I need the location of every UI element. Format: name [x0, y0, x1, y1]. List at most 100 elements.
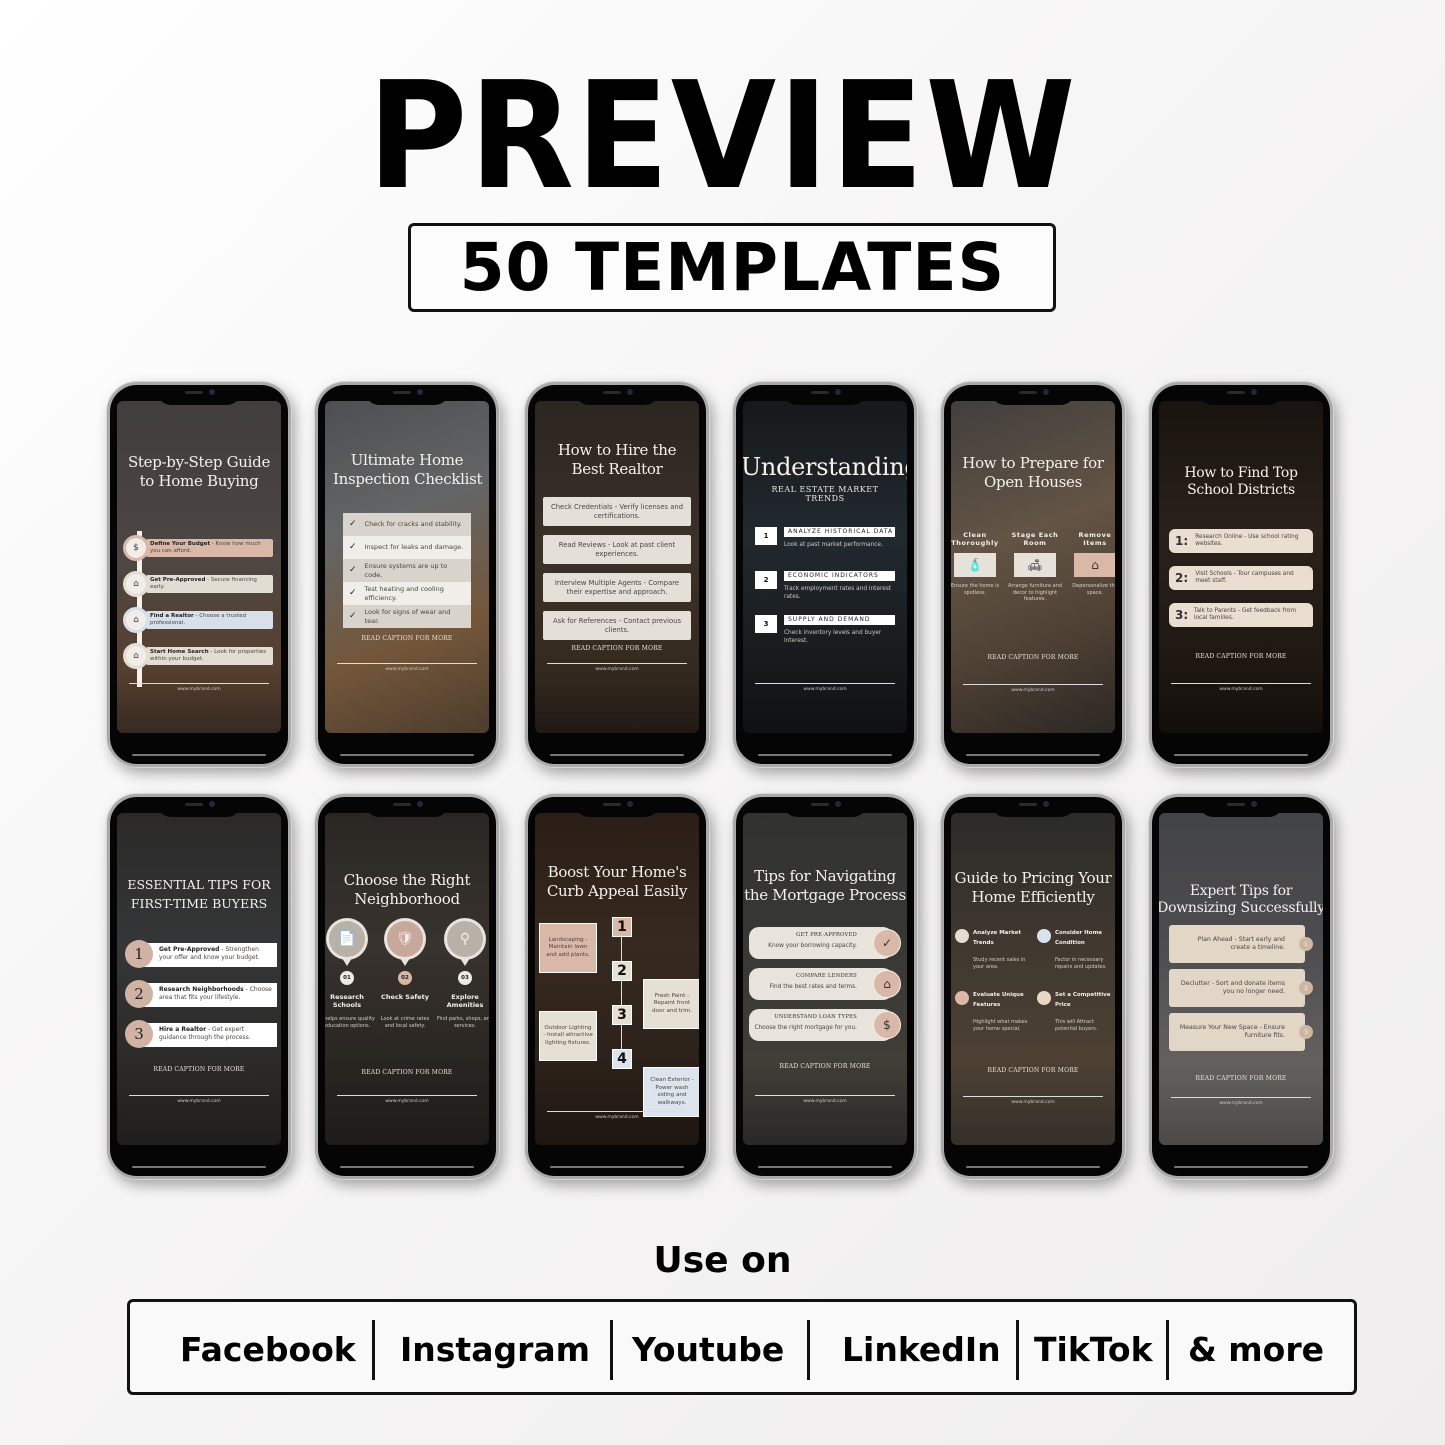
platform-facebook: Facebook [180, 1330, 356, 1369]
curb-tip-card: Landscaping - Maintain lawn and add plan… [539, 923, 597, 973]
phone-notch [783, 385, 867, 405]
template-title-line: Inspection Checklist [333, 470, 483, 488]
tip-text: Talk to Parents - Get feedback from loca… [1193, 608, 1296, 621]
use-on-label: Use on [653, 1240, 792, 1281]
platform-tiktok: TikTok [1034, 1330, 1153, 1369]
checklist-item: ✓ Look for signs of wear and tear. [343, 605, 471, 628]
column-desc: Look at crime rates and local safety. [380, 1016, 430, 1029]
checklist-item: ✓ Check for cracks and stability. [343, 513, 471, 536]
phone-template-preview[interactable]: Choose the Right Neighborhood 📄 01 Research … [315, 794, 499, 1179]
phone-notch [157, 385, 241, 405]
house-tag-icon: ⌂ [873, 970, 901, 998]
check-icon: ✓ [349, 565, 357, 576]
checklist-text: Look for signs of wear and tear. [364, 608, 451, 625]
template-title-line: Choose the Right [343, 871, 471, 889]
column-heading: Check Safety [381, 993, 429, 1001]
tip-number-badge: 3 [125, 1020, 153, 1048]
template-title-line: How to Prepare for [962, 454, 1104, 472]
mortgage-tip-card: COMPARE LENDERS Find the best rates and t… [749, 968, 893, 1000]
tip-card: Research Neighborhoods - Choose area tha… [141, 983, 277, 1007]
platform-youtube: Youtube [632, 1330, 785, 1369]
step-number-box: 4 [612, 1049, 632, 1069]
speaker-grille [393, 391, 411, 394]
read-caption-cta: READ CAPTION FOR MORE [1195, 653, 1287, 660]
column-heading: Remove Items [1078, 531, 1112, 547]
template-title-line: Understanding [743, 453, 907, 481]
template-content: How to Hire the Best Realtor Check Credent… [535, 401, 699, 733]
divider-line [1171, 1097, 1311, 1098]
tip-card: Ask for References - Contact previous cl… [543, 611, 691, 640]
phone-notch [575, 385, 659, 405]
step-item: ⌂ Find a Realtor - Choose a trusted profe… [123, 607, 273, 633]
column-heading: Research Schools [330, 993, 364, 1009]
platform-separator [1166, 1320, 1169, 1380]
tip-number-badge: 3 [1299, 1025, 1313, 1039]
speaker-grille [603, 803, 621, 806]
tip-number-badge: 2 [1299, 981, 1313, 995]
phone-template-preview[interactable]: Boost Your Home's Curb Appeal Easily 1 Land… [525, 794, 709, 1179]
tip-heading: UNDERSTAND LOAN TYPES [774, 1014, 857, 1020]
tip-heading: GET PRE-APPROVED [796, 932, 857, 938]
phone-template-preview[interactable]: How to Prepare for Open Houses Clean Thoro… [941, 382, 1125, 767]
speaker-grille [185, 391, 203, 394]
template-title-line: to Home Buying [139, 472, 259, 490]
phone-screen: Step-by-Step Guide to Home Buying $ Define … [117, 401, 281, 733]
checklist-item: ✓ Test heating and cooling efficiency. [343, 582, 471, 605]
step-card: Start Home Search - Look for properties … [146, 647, 273, 665]
read-caption-cta: READ CAPTION FOR MORE [987, 654, 1079, 661]
tip-title: Hire a Realtor [159, 1026, 207, 1033]
tip-card: Get Pre-Approved - Strengthen your offer… [141, 943, 277, 967]
phone-template-preview[interactable]: ESSENTIAL TIPS FOR FIRST-TIME BUYERS Get P… [107, 794, 291, 1179]
step-desc: Look at past market performance. [784, 542, 883, 548]
template-content: Guide to Pricing Your Home Efficiently Ana… [951, 813, 1115, 1145]
downsizing-tip-card: Measure Your New Space - Ensure furnitur… [1169, 1013, 1305, 1051]
platform-instagram: Instagram [400, 1330, 591, 1369]
step-heading: SUPPLY AND DEMAND [784, 615, 895, 625]
magnifier-icon: ⚲ [447, 921, 483, 957]
step-desc: Track employment rates and interest rate… [784, 586, 892, 600]
phone-template-preview[interactable]: How to Hire the Best Realtor Check Credent… [525, 382, 709, 767]
phone-template-preview[interactable]: Ultimate Home Inspection Checklist ✓ Check … [315, 382, 499, 767]
platform-separator [1016, 1320, 1019, 1380]
home-indicator [758, 754, 892, 756]
phone-template-preview[interactable]: How to Find Top School Districts 1: Researc… [1149, 382, 1333, 767]
phone-screen: ESSENTIAL TIPS FOR FIRST-TIME BUYERS Get P… [117, 813, 281, 1145]
brand-url: www.mybrand.com [803, 1099, 847, 1104]
front-camera [627, 389, 633, 395]
template-title-line: Best Realtor [571, 460, 663, 478]
template-title: Ultimate Home Inspection Checklist [333, 451, 483, 489]
approved-badge-icon: ✓ [873, 929, 901, 957]
speaker-grille [1227, 391, 1245, 394]
column-heading: Stage Each Room [1011, 531, 1059, 547]
divider-line [755, 683, 895, 684]
cleaning-supplies-icon: 🧴 [954, 553, 996, 577]
template-title-line: the Mortgage Process [744, 886, 906, 904]
shield-check-icon: 🛡 [387, 921, 423, 957]
checklist-text: Test heating and cooling efficiency. [364, 585, 444, 602]
template-title-line: Neighborhood [354, 890, 460, 908]
front-camera [209, 801, 215, 807]
column-desc: Arrange furniture and decor to highlight… [1007, 583, 1063, 602]
templates-count-box: 50 TEMPLATES [408, 223, 1056, 312]
phone-template-preview[interactable]: Understanding REAL ESTATE MARKET TRENDS 1 A… [733, 382, 917, 767]
checklist-item: ✓ Ensure systems are up to code. [343, 559, 471, 582]
speaker-grille [603, 391, 621, 394]
phone-notch [991, 385, 1075, 405]
phone-screen: Guide to Pricing Your Home Efficiently Ana… [951, 813, 1115, 1145]
curb-tip-card: Clean Exterior - Power wash siding and w… [643, 1067, 699, 1117]
phone-template-preview[interactable]: Tips for Navigating the Mortgage Process G… [733, 794, 917, 1179]
column-desc: Ensure the home is spotless. [951, 583, 1000, 596]
template-subtitle: REAL ESTATE MARKET TRENDS [771, 485, 879, 503]
tip-number-badge: 1 [125, 940, 153, 968]
speaker-grille [1227, 803, 1245, 806]
phone-template-preview[interactable]: Expert Tips for Downsizing Successfully Pl… [1149, 794, 1333, 1179]
phone-template-preview[interactable]: Step-by-Step Guide to Home Buying $ Define … [107, 382, 291, 767]
house-approved-icon: ⌂ [123, 571, 149, 597]
checklist-text: Ensure systems are up to code. [364, 562, 448, 579]
template-title-line: How to Hire the [557, 441, 677, 459]
downsizing-tip-card: Declutter - Sort and donate items you no… [1169, 969, 1305, 1007]
speaker-grille [811, 803, 829, 806]
template-content: How to Find Top School Districts 1: Researc… [1159, 401, 1323, 733]
brand-url: www.mybrand.com [1219, 1101, 1263, 1106]
phone-template-preview[interactable]: Guide to Pricing Your Home Efficiently Ana… [941, 794, 1125, 1179]
